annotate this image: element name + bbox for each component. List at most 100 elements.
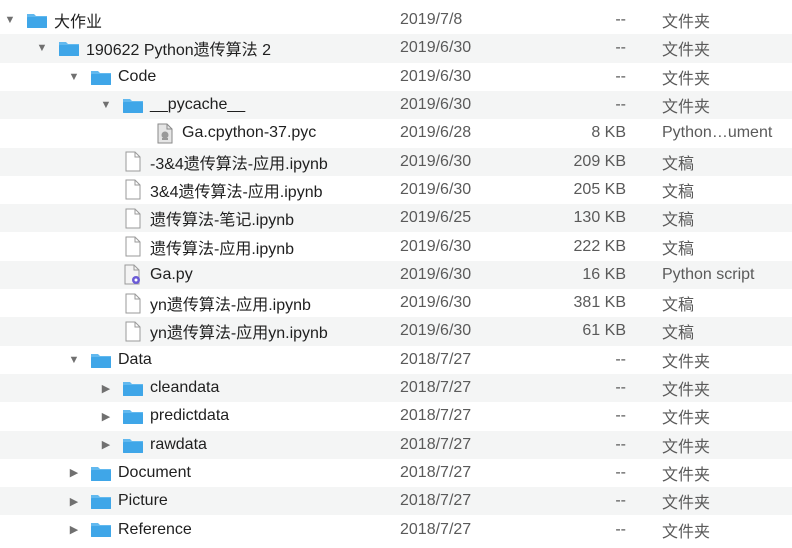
item-name: Data (118, 350, 152, 368)
disclosure-collapsed-icon[interactable]: ▶ (99, 374, 113, 402)
item-kind: 文件夹 (662, 42, 711, 60)
item-size: -- (615, 407, 626, 425)
item-date-modified: 2018/7/27 (400, 492, 472, 510)
item-date-modified: 2018/7/27 (400, 350, 472, 368)
item-kind: 文件夹 (662, 523, 711, 541)
item-date-modified: 2018/7/27 (400, 463, 472, 481)
file-row[interactable]: 遗传算法-应用.ipynb 2019/6/30 222 KB 文稿 (0, 232, 792, 260)
disclosure-collapsed-icon[interactable]: ▶ (99, 431, 113, 459)
file-row[interactable]: 3&4遗传算法-应用.ipynb 2019/6/30 205 KB 文稿 (0, 176, 792, 204)
disclosure-collapsed-icon[interactable]: ▶ (67, 459, 81, 487)
item-size: 16 KB (582, 265, 626, 283)
item-name: rawdata (150, 435, 207, 453)
item-kind: Python…ument (662, 124, 773, 142)
item-date-modified: 2019/6/30 (400, 96, 472, 114)
folder-icon (122, 94, 144, 116)
item-size: 209 KB (573, 152, 626, 170)
folder-row[interactable]: ▶ predictdata 2018/7/27 -- 文件夹 (0, 402, 792, 430)
item-date-modified: 2019/6/30 (400, 237, 472, 255)
item-size: -- (615, 435, 626, 453)
document-icon (122, 207, 144, 229)
finder-list-view[interactable]: ▼ 大作业 2019/7/8 -- 文件夹 ▼ 190622 Python遗传算法 2 2… (0, 0, 792, 548)
folder-row[interactable]: ▶ Picture 2018/7/27 -- 文件夹 (0, 487, 792, 516)
item-name: -3&4遗传算法-应用.ipynb (150, 155, 328, 173)
folder-row[interactable]: ▶ Document 2018/7/27 -- 文件夹 (0, 459, 792, 487)
item-name: yn遗传算法-应用.ipynb (150, 297, 311, 315)
folder-row[interactable]: ▼ Data 2018/7/27 -- 文件夹 (0, 346, 792, 374)
item-name: Ga.py (150, 265, 193, 283)
item-kind: 文稿 (662, 155, 695, 173)
item-size: 61 KB (582, 322, 626, 340)
item-name: __pycache__ (150, 96, 246, 114)
disclosure-expanded-icon[interactable]: ▼ (35, 34, 49, 62)
folder-icon (58, 37, 80, 59)
disclosure-collapsed-icon[interactable]: ▶ (67, 515, 81, 543)
item-name: 3&4遗传算法-应用.ipynb (150, 183, 323, 201)
folder-row[interactable]: ▶ Reference 2018/7/27 -- 文件夹 (0, 515, 792, 543)
item-size: 8 KB (591, 124, 626, 142)
item-size: -- (615, 492, 626, 510)
file-row[interactable]: 遗传算法-笔记.ipynb 2019/6/25 130 KB 文稿 (0, 204, 792, 233)
disclosure-collapsed-icon[interactable]: ▶ (67, 487, 81, 515)
item-size: 381 KB (573, 294, 626, 312)
item-date-modified: 2019/6/30 (400, 39, 472, 57)
folder-row[interactable]: ▼ __pycache__ 2019/6/30 -- 文件夹 (0, 90, 792, 120)
item-kind: 文件夹 (662, 495, 711, 513)
disclosure-expanded-icon[interactable]: ▼ (3, 6, 17, 34)
item-kind: 文件夹 (662, 14, 711, 32)
item-kind: 文件夹 (662, 382, 711, 400)
item-kind: 文件夹 (662, 99, 711, 117)
item-size: -- (615, 11, 626, 29)
file-row[interactable]: yn遗传算法-应用yn.ipynb 2019/6/30 61 KB 文稿 (0, 317, 792, 346)
file-row[interactable]: yn遗传算法-应用.ipynb 2019/6/30 381 KB 文稿 (0, 289, 792, 317)
folder-row[interactable]: ▼ Code 2019/6/30 -- 文件夹 (0, 63, 792, 91)
item-size: -- (615, 39, 626, 57)
item-name: yn遗传算法-应用yn.ipynb (150, 325, 328, 343)
item-size: -- (615, 67, 626, 85)
item-kind: 文件夹 (662, 353, 711, 371)
folder-row[interactable]: ▶ rawdata 2018/7/27 -- 文件夹 (0, 430, 792, 459)
disclosure-collapsed-icon[interactable]: ▶ (99, 402, 113, 430)
item-kind: 文件夹 (662, 438, 711, 456)
item-size: -- (615, 96, 626, 114)
folder-row[interactable]: ▶ cleandata 2018/7/27 -- 文件夹 (0, 373, 792, 403)
item-kind: 文件夹 (662, 410, 711, 428)
item-size: 222 KB (573, 237, 626, 255)
item-kind: 文件夹 (662, 466, 711, 484)
document-icon (122, 235, 144, 257)
item-kind: 文稿 (662, 183, 695, 201)
file-row[interactable]: -3&4遗传算法-应用.ipynb 2019/6/30 209 KB 文稿 (0, 147, 792, 176)
item-name: 190622 Python遗传算法 2 (86, 42, 271, 60)
item-name: Reference (118, 520, 192, 538)
item-size: -- (615, 350, 626, 368)
document-icon (122, 320, 144, 342)
folder-icon (26, 9, 48, 31)
folder-row[interactable]: ▼ 190622 Python遗传算法 2 2019/6/30 -- 文件夹 (0, 34, 792, 63)
disclosure-expanded-icon[interactable]: ▼ (67, 346, 81, 374)
item-date-modified: 2018/7/27 (400, 379, 472, 397)
disclosure-expanded-icon[interactable]: ▼ (99, 91, 113, 119)
item-name: 遗传算法-应用.ipynb (150, 240, 295, 258)
disclosure-expanded-icon[interactable]: ▼ (67, 63, 81, 91)
item-name: Code (118, 67, 157, 85)
item-date-modified: 2019/6/30 (400, 67, 472, 85)
python-script-icon (122, 264, 144, 286)
item-name: 大作业 (54, 14, 103, 32)
folder-icon (122, 377, 144, 399)
item-date-modified: 2018/7/27 (400, 407, 472, 425)
item-date-modified: 2019/6/30 (400, 294, 472, 312)
file-row[interactable]: Ga.py 2019/6/30 16 KB Python script (0, 260, 792, 289)
item-date-modified: 2018/7/27 (400, 435, 472, 453)
document-icon (122, 151, 144, 173)
item-date-modified: 2019/6/28 (400, 124, 472, 142)
folder-icon (90, 462, 112, 484)
item-name: Picture (118, 492, 168, 510)
file-row[interactable]: Ga.cpython-37.pyc 2019/6/28 8 KB Python…ume… (0, 119, 792, 147)
item-date-modified: 2019/6/30 (400, 265, 472, 283)
item-name: cleandata (150, 379, 220, 397)
pyc-file-icon (154, 122, 176, 144)
item-kind: 文件夹 (662, 70, 711, 88)
folder-icon (90, 518, 112, 540)
item-name: Ga.cpython-37.pyc (182, 124, 317, 142)
folder-row[interactable]: ▼ 大作业 2019/7/8 -- 文件夹 (0, 6, 792, 34)
